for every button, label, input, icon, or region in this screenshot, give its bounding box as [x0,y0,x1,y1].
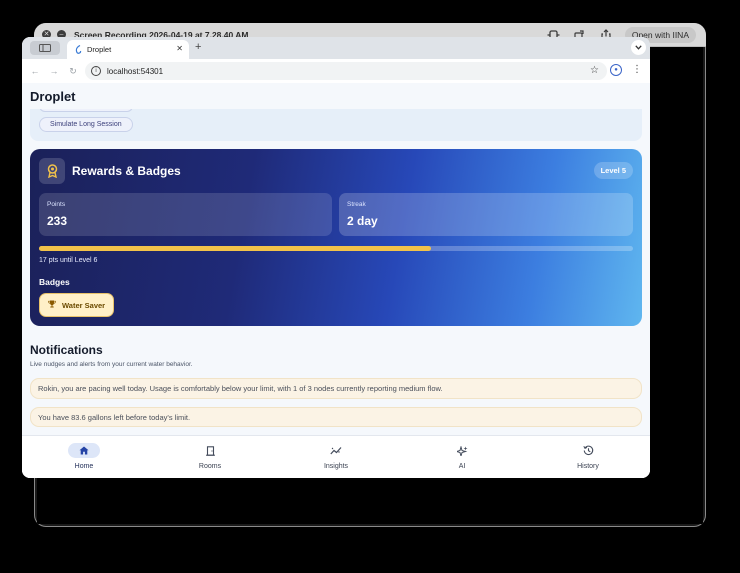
notification-item: You have 83.6 gallons left before today'… [30,407,642,427]
back-icon[interactable]: ← [29,66,41,76]
droplet-favicon-icon [74,45,82,54]
app-header: Droplet [22,83,650,109]
simulate-long-session-button[interactable]: Simulate Long Session [39,117,133,132]
trophy-icon [48,300,56,310]
url-text[interactable]: localhost:54301 [107,67,163,76]
notifications-subtitle: Live nudges and alerts from your current… [30,361,193,368]
tab-droplet[interactable]: Droplet ✕ [67,40,189,59]
badge-water-saver[interactable]: Water Saver [39,293,115,317]
browser-window: Droplet ✕ + ← → ↻ i localhost:54301 ☆ ● … [22,37,650,478]
streak-label: Streak [347,201,366,208]
history-icon [572,443,604,458]
level-badge: Level 5 [593,162,633,179]
rewards-card: Rewards & Badges Level 5 Points 233 Stre… [30,149,642,326]
nav-label: Home [74,463,94,470]
new-tab-icon[interactable]: + [195,41,201,53]
nav-home[interactable]: Home [44,436,124,478]
notification-item: Rokin, you are pacing well today. Usage … [30,378,642,399]
nav-insights[interactable]: Insights [296,436,376,478]
app-viewport: Simulate Long Session Droplet Rewards & … [22,83,650,478]
profile-avatar-icon[interactable]: ● [610,64,622,76]
sparkle-icon [446,443,478,458]
points-label: Points [47,201,66,208]
level-progress-fill [39,246,432,251]
tab-close-icon[interactable]: ✕ [176,44,183,53]
nav-history[interactable]: History [548,436,628,478]
tab-group-icon[interactable] [30,41,60,55]
browser-actions: ● ⋮ [610,64,642,76]
home-icon [68,443,100,458]
nav-label: History [577,463,599,470]
bookmark-star-icon[interactable]: ☆ [590,65,599,76]
streak-value: 2 day [347,214,378,228]
simulation-panel: Simulate Long Session [30,106,642,141]
level-progress-bar [39,246,633,251]
nav-ai[interactable]: AI [422,436,502,478]
nav-label: AI [458,463,466,470]
nav-label: Rooms [198,463,222,470]
door-icon [194,443,226,458]
streak-stat: Streak 2 day [339,193,633,236]
award-icon [39,158,65,184]
address-bar: ← → ↻ i localhost:54301 ☆ ● ⋮ [22,59,650,83]
points-stat: Points 233 [39,193,332,236]
nav-rooms[interactable]: Rooms [170,436,250,478]
points-value: 233 [47,214,68,228]
forward-icon[interactable]: → [48,66,60,76]
badge-label: Water Saver [62,300,106,310]
tab-title: Droplet [87,45,112,54]
reload-icon[interactable]: ↻ [67,66,79,77]
tab-search-chevron-icon[interactable] [631,40,646,55]
nav-label: Insights [323,463,349,470]
app-title: Droplet [30,89,76,104]
tab-strip: Droplet ✕ + [22,37,650,59]
site-info-icon[interactable]: i [91,66,101,76]
badges-heading: Badges [39,277,70,287]
points-until-next-level: 17 pts until Level 6 [39,257,98,264]
rewards-title: Rewards & Badges [72,164,181,178]
notifications-title: Notifications [30,343,103,357]
url-field[interactable]: i localhost:54301 ☆ [85,62,607,80]
bottom-navigation: Home Rooms Insights AI History [22,435,650,478]
insights-icon [320,443,352,458]
more-menu-icon[interactable]: ⋮ [632,65,642,75]
